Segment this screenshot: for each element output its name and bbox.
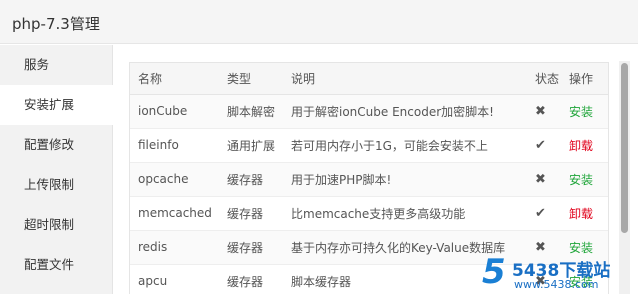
cell-name: fileinfo [138, 138, 179, 152]
sidebar-item-install-extensions[interactable]: 安装扩展 [0, 85, 113, 125]
cell-desc: 比memcache支持更多高级功能 [291, 206, 466, 221]
cross-icon: ✖ [535, 171, 546, 187]
cell-type: 缓存器 [227, 274, 264, 289]
cell-desc: 用于加速PHP脚本! [291, 172, 392, 187]
cell-name: apcu [138, 274, 168, 288]
cell-name: redis [138, 240, 168, 254]
cell-type: 脚本解密 [227, 104, 276, 119]
cell-status: ✖ [529, 94, 567, 128]
uninstall-button[interactable]: 卸载 [569, 207, 593, 221]
cell-name: ionCube [138, 104, 188, 118]
cross-icon: ✖ [535, 103, 546, 119]
cell-name: opcache [138, 172, 189, 186]
table-row: opcache 缓存器 用于加速PHP脚本! ✖ 安装 [130, 162, 608, 196]
header-desc: 说明 [289, 63, 529, 95]
cell-op: 安装 [567, 94, 608, 128]
install-button[interactable]: 安装 [569, 105, 593, 119]
watermark-url: www.5438.com [514, 278, 599, 291]
sidebar-item-config-edit[interactable]: 配置修改 [0, 125, 112, 165]
uninstall-button[interactable]: 卸载 [569, 139, 593, 153]
sidebar-item-service[interactable]: 服务 [0, 45, 112, 85]
watermark-logo: 5 [482, 252, 506, 292]
cell-status: ✔ [529, 128, 567, 162]
header-status: 状态 [529, 63, 567, 95]
window-title: php-7.3管理 [12, 15, 100, 33]
cell-type: 缓存器 [227, 240, 264, 255]
cell-type: 缓存器 [227, 172, 264, 187]
install-button[interactable]: 安装 [569, 173, 593, 187]
table-header-row: 名称 类型 说明 状态 操作 [130, 63, 608, 95]
cell-op: 卸载 [567, 128, 608, 162]
table-row: memcached 缓存器 比memcache支持更多高级功能 ✔ 卸载 [130, 196, 608, 230]
cell-op: 安装 [567, 162, 608, 196]
header-name: 名称 [130, 63, 225, 95]
check-icon: ✔ [535, 205, 546, 221]
sidebar: 服务 安装扩展 配置修改 上传限制 超时限制 配置文件 [0, 45, 113, 294]
scrollbar-thumb[interactable] [621, 63, 628, 233]
sidebar-item-timeout-limit[interactable]: 超时限制 [0, 205, 112, 245]
cell-type: 通用扩展 [227, 138, 276, 153]
table-row: ionCube 脚本解密 用于解密ionCube Encoder加密脚本! ✖ … [130, 94, 608, 128]
sidebar-item-upload-limit[interactable]: 上传限制 [0, 165, 112, 205]
cell-desc: 用于解密ionCube Encoder加密脚本! [291, 104, 494, 119]
header-op: 操作 [567, 63, 608, 95]
site-watermark: 5 5438下载站 www.5438.com [478, 250, 638, 294]
cell-status: ✔ [529, 196, 567, 230]
cell-status: ✖ [529, 162, 567, 196]
check-icon: ✔ [535, 137, 546, 153]
sidebar-item-config-file[interactable]: 配置文件 [0, 245, 112, 285]
window-titlebar: php-7.3管理 [0, 0, 638, 44]
cell-op: 卸载 [567, 196, 608, 230]
cell-type: 缓存器 [227, 206, 264, 221]
cell-desc: 若可用内存小于1G，可能会安装不上 [291, 138, 488, 153]
header-type: 类型 [225, 63, 289, 95]
cell-name: memcached [138, 206, 212, 220]
table-row: fileinfo 通用扩展 若可用内存小于1G，可能会安装不上 ✔ 卸载 [130, 128, 608, 162]
